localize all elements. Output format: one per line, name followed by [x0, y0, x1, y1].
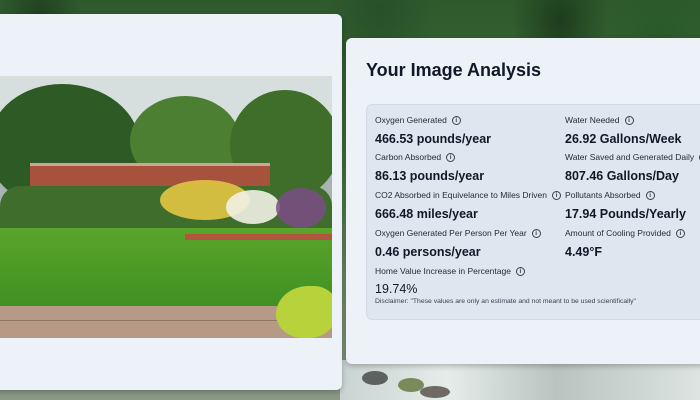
info-icon[interactable]: i — [451, 115, 461, 125]
stat-value: 807.46 Gallons/Day — [565, 169, 679, 183]
info-icon[interactable]: i — [675, 228, 685, 238]
stat-value: 86.13 pounds/year — [375, 169, 485, 183]
background-river — [340, 360, 700, 400]
stat-cooling-provided: Amount of Cooling Provided i 4.49°F — [565, 228, 685, 259]
disclaimer-text: Disclaimer: "These values are only an es… — [375, 298, 636, 305]
stat-label: CO2 Absorbed in Equivelance to Miles Dri… — [375, 190, 547, 200]
stat-co2-miles: CO2 Absorbed in Equivelance to Miles Dri… — [375, 190, 561, 221]
info-icon[interactable]: i — [531, 228, 541, 238]
stat-label: Oxygen Generated Per Person Per Year — [375, 228, 527, 238]
info-icon[interactable]: i — [551, 190, 561, 200]
page-title: Your Image Analysis — [366, 60, 542, 80]
info-icon[interactable]: i — [515, 266, 525, 276]
stat-label: Home Value Increase in Percentage — [375, 266, 511, 276]
stat-value: 466.53 pounds/year — [375, 132, 492, 146]
info-icon[interactable]: i — [624, 115, 634, 125]
stat-home-value: Home Value Increase in Percentage i 19.7… — [375, 266, 525, 296]
stat-value: 19.74% — [375, 282, 418, 296]
stat-label: Pollutants Absorbed — [565, 190, 641, 200]
stat-label: Oxygen Generated — [375, 115, 447, 125]
stat-water-saved: Water Saved and Generated Daily i 807.46… — [565, 152, 700, 183]
stat-value: 26.92 Gallons/Week — [565, 132, 682, 146]
info-icon[interactable]: i — [645, 190, 655, 200]
garden-image — [0, 76, 332, 338]
stat-value: 0.46 persons/year — [375, 245, 481, 259]
stat-pollutants-absorbed: Pollutants Absorbed i 17.94 Pounds/Yearl… — [565, 190, 686, 221]
image-card — [0, 14, 342, 390]
stat-label: Carbon Absorbed — [375, 152, 442, 162]
background-rock — [362, 371, 388, 385]
stat-label: Water Saved and Generated Daily — [565, 152, 695, 162]
stat-carbon-absorbed: Carbon Absorbed i 86.13 pounds/year — [375, 152, 484, 183]
stats-box: Oxygen Generated i 466.53 pounds/year Wa… — [366, 104, 700, 320]
background-rock — [420, 386, 450, 398]
info-icon[interactable]: i — [446, 152, 456, 162]
stat-oxygen-generated: Oxygen Generated i 466.53 pounds/year — [375, 115, 491, 146]
stat-value: 4.49°F — [565, 245, 602, 259]
stat-label: Water Needed — [565, 115, 620, 125]
stat-value: 17.94 Pounds/Yearly — [565, 207, 686, 221]
stat-water-needed: Water Needed i 26.92 Gallons/Week — [565, 115, 682, 146]
stat-value: 666.48 miles/year — [375, 207, 478, 221]
stat-label: Amount of Cooling Provided — [565, 228, 671, 238]
stat-oxygen-per-person: Oxygen Generated Per Person Per Year i 0… — [375, 228, 541, 259]
analysis-panel: Your Image Analysis Oxygen Generated i 4… — [346, 38, 700, 364]
